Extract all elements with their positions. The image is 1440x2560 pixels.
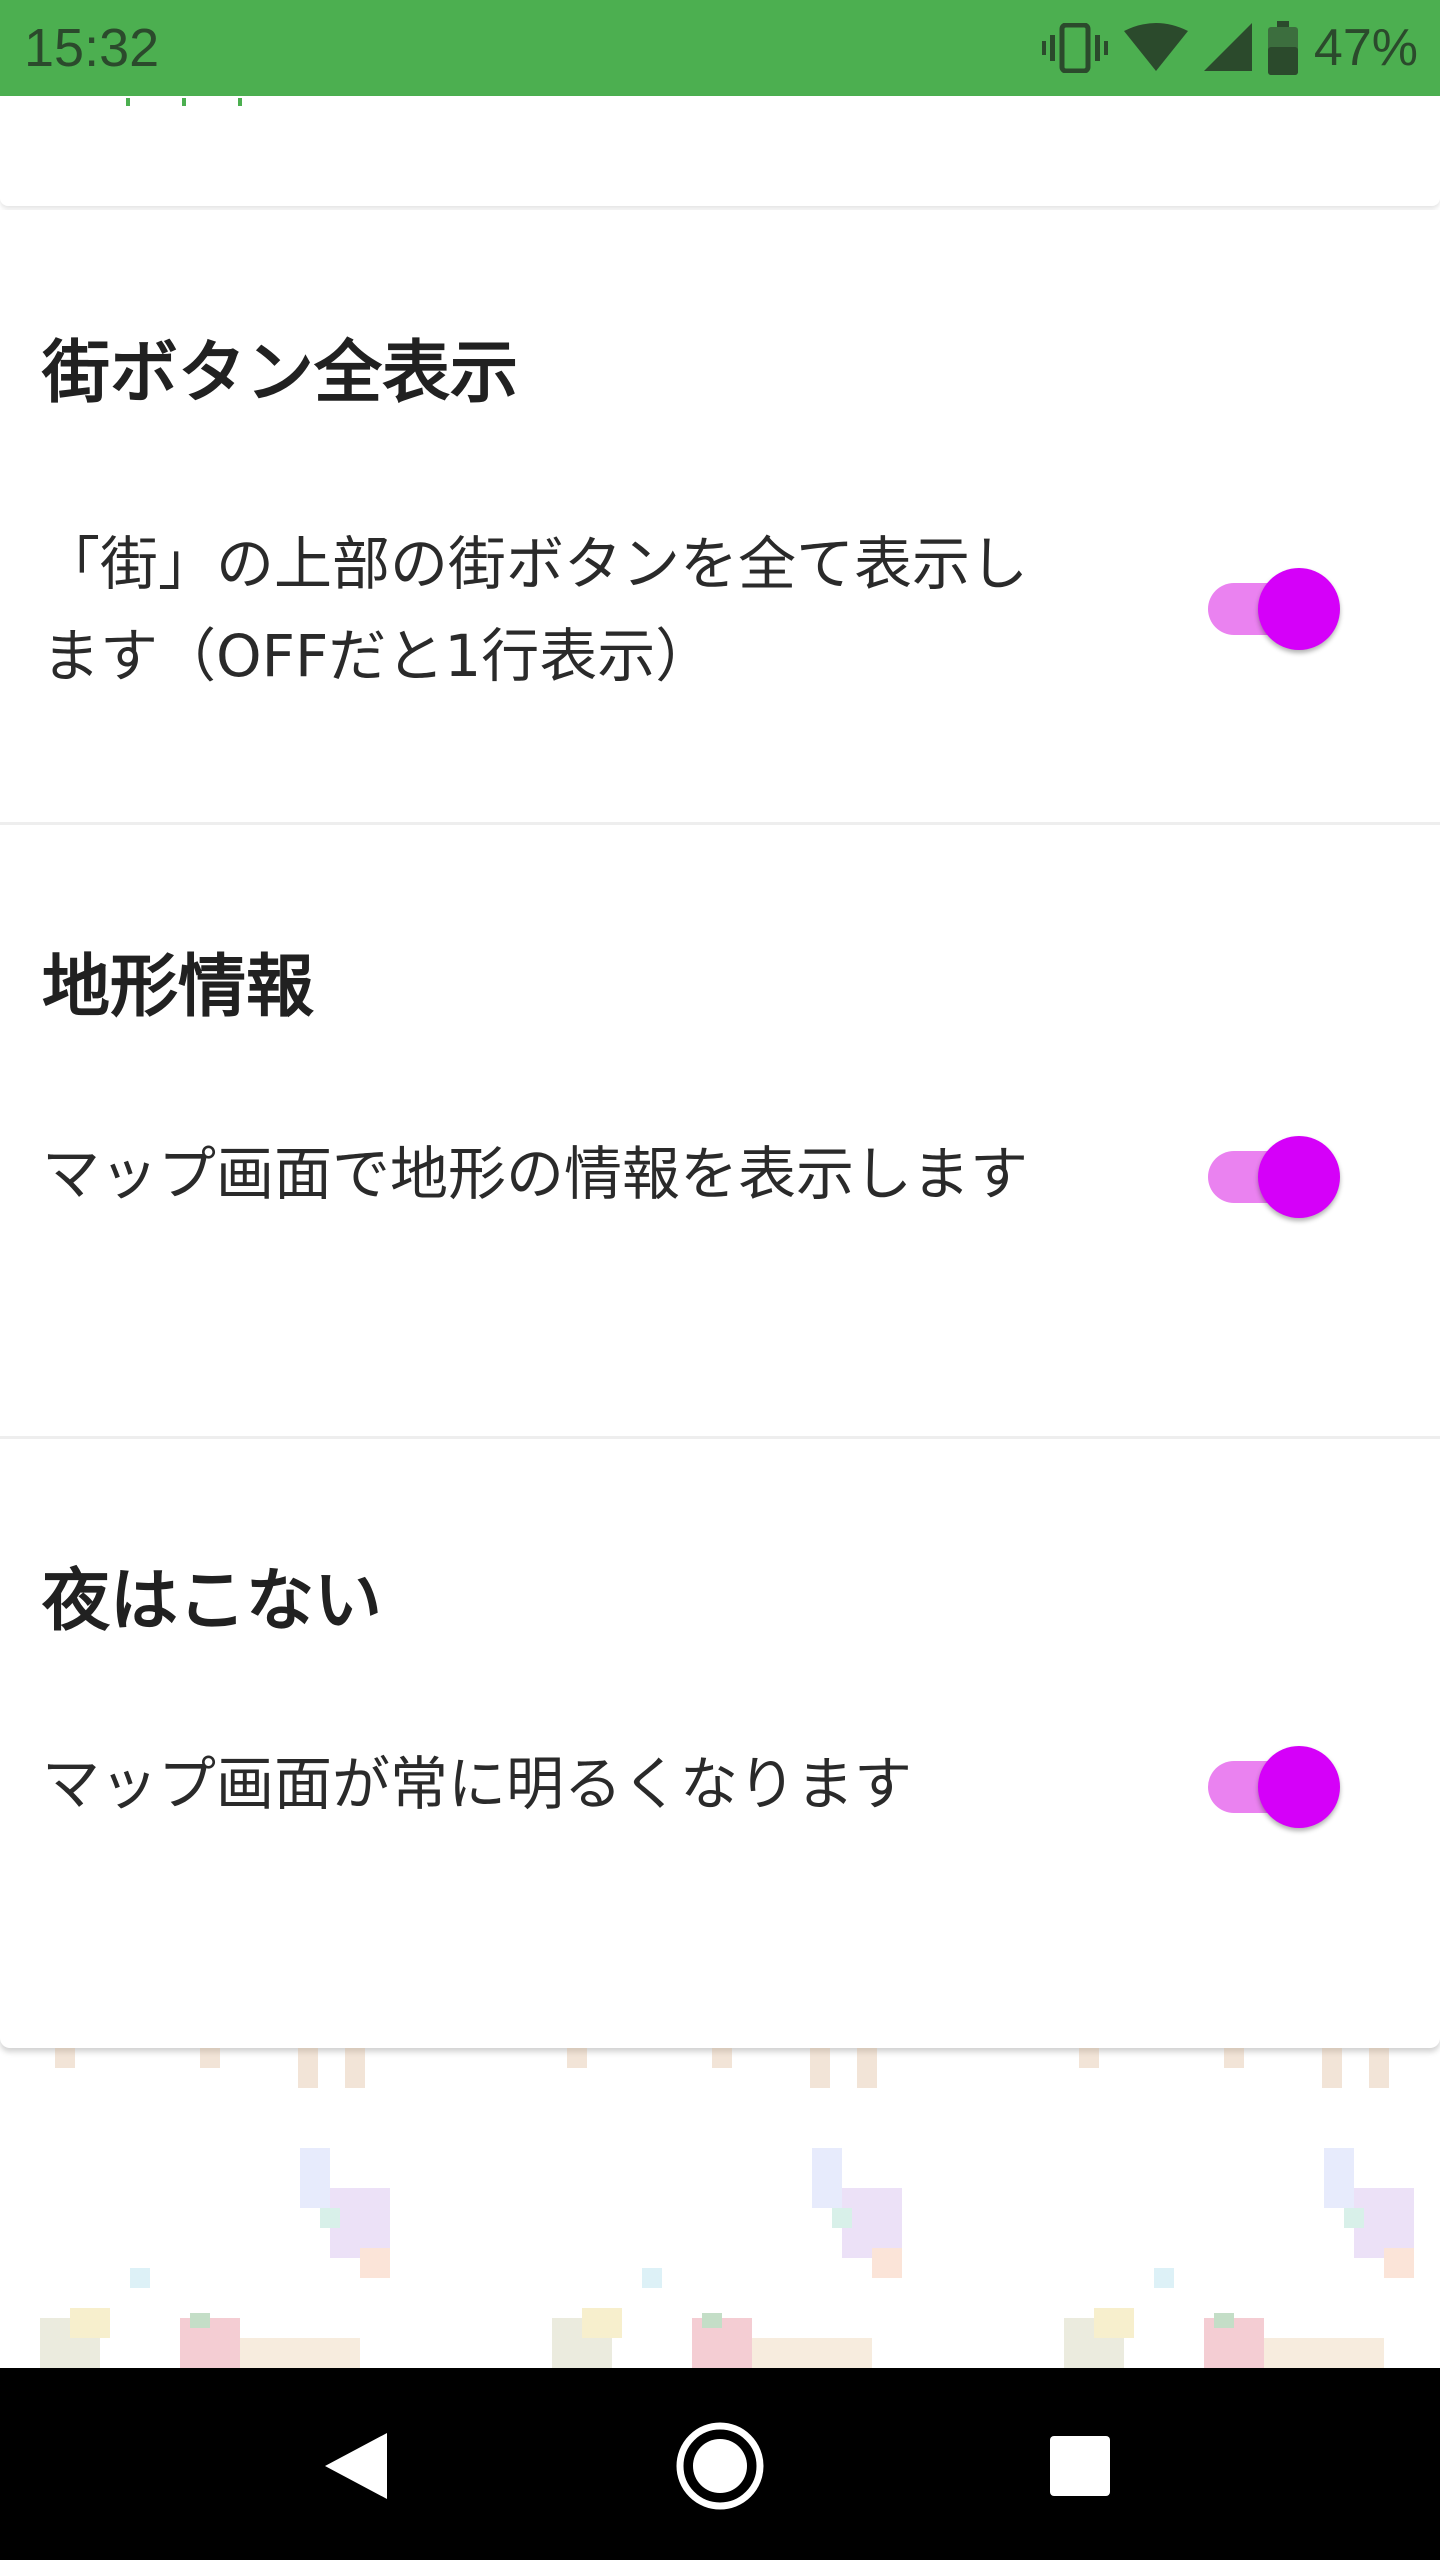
- recents-button[interactable]: [1030, 2416, 1130, 2516]
- status-time: 15:32: [24, 18, 160, 78]
- toggle-thumb: [1258, 568, 1340, 650]
- setting-title: 夜はこない: [42, 1562, 383, 1641]
- previous-card: [0, 96, 1440, 206]
- settings-card: 街ボタン全表示 「街」の上部の街ボタンを全て表示し ます（OFFだと1行表示） …: [0, 210, 1440, 2048]
- toggle-town-buttons[interactable]: [1206, 556, 1346, 656]
- vibrate-icon: [1041, 23, 1108, 73]
- toggle-no-night[interactable]: [1206, 1734, 1346, 1834]
- toggle-thumb: [1258, 1746, 1340, 1828]
- background-pixel-art: [40, 2048, 1414, 2368]
- setting-item-town-buttons: 街ボタン全表示 「街」の上部の街ボタンを全て表示し ます（OFFだと1行表示）: [0, 210, 1440, 825]
- signal-icon: [1203, 23, 1252, 73]
- setting-description-line: 「街」の上部の街ボタンを全て表示し: [42, 530, 1029, 598]
- card-decoration: [126, 98, 242, 106]
- setting-description-line: ます（OFFだと1行表示）: [42, 622, 714, 690]
- home-icon: [676, 2422, 764, 2510]
- setting-description: マップ画面で地形の情報を表示します: [42, 1128, 1152, 1220]
- home-button[interactable]: [670, 2416, 770, 2516]
- status-bar: 15:32 47%: [0, 0, 1440, 96]
- setting-description-line: マップ画面で地形の情報を表示します: [42, 1140, 1029, 1208]
- wifi-icon: [1123, 23, 1188, 73]
- pixel-art-tile: [40, 2048, 390, 2368]
- setting-description: マップ画面が常に明るくなります: [42, 1738, 1152, 1830]
- setting-item-terrain-info: 地形情報 マップ画面で地形の情報を表示します: [0, 824, 1440, 1439]
- battery-icon: [1267, 21, 1298, 75]
- setting-description-line: マップ画面が常に明るくなります: [42, 1750, 913, 1818]
- navigation-bar: [0, 2368, 1440, 2560]
- battery-percent: 47%: [1313, 19, 1418, 77]
- setting-item-no-night: 夜はこない マップ画面が常に明るくなります: [0, 1438, 1440, 2050]
- status-icons: 47%: [1041, 14, 1418, 82]
- setting-title: 地形情報: [42, 948, 315, 1027]
- toggle-terrain-info[interactable]: [1206, 1124, 1346, 1224]
- toggle-thumb: [1258, 1136, 1340, 1218]
- back-icon: [325, 2433, 387, 2499]
- setting-description: 「街」の上部の街ボタンを全て表示し ます（OFFだと1行表示）: [42, 518, 1152, 702]
- back-button[interactable]: [306, 2416, 406, 2516]
- recents-icon: [1050, 2436, 1110, 2496]
- setting-title: 街ボタン全表示: [42, 334, 519, 413]
